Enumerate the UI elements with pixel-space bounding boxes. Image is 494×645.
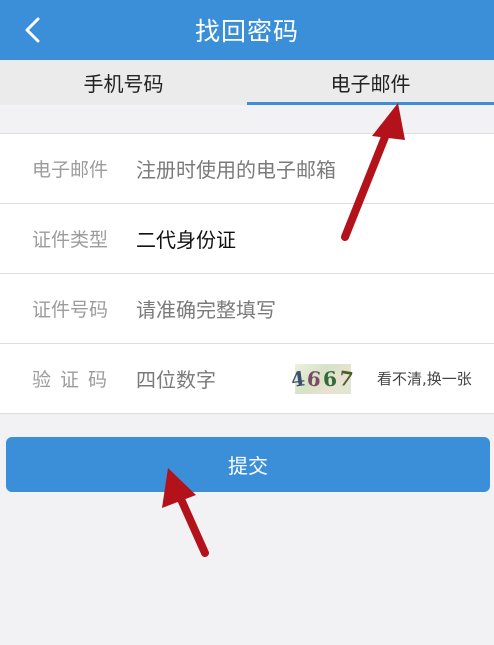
id-type-select[interactable]: 二代身份证 <box>136 224 236 253</box>
page-title: 找回密码 <box>194 17 299 46</box>
tab-email[interactable]: 电子邮件 <box>247 60 494 105</box>
email-row: 电子邮件 注册时使用的电子邮箱 <box>0 134 494 204</box>
captcha-digit: 7 <box>337 365 357 393</box>
email-input[interactable]: 注册时使用的电子邮箱 <box>136 154 336 183</box>
captcha-refresh-link[interactable]: 看不清,换一张 <box>377 368 472 389</box>
id-type-label: 证件类型 <box>32 229 109 251</box>
submit-button[interactable]: 提交 <box>6 437 490 492</box>
header-bar: 找回密码 <box>0 0 494 60</box>
tab-bar: 手机号码 电子邮件 <box>0 60 494 105</box>
captcha-label: 验证码 <box>32 369 117 391</box>
id-number-input[interactable]: 请准确完整填写 <box>136 294 276 323</box>
recovery-form: 电子邮件 注册时使用的电子邮箱 证件类型 二代身份证 证件号码 请准确完整填写 … <box>0 133 494 414</box>
chevron-left-icon[interactable] <box>20 16 46 44</box>
captcha-image[interactable]: 4667 <box>290 364 357 394</box>
captcha-input[interactable]: 四位数字 <box>136 364 216 393</box>
tab-phone[interactable]: 手机号码 <box>0 60 247 105</box>
email-label: 电子邮件 <box>32 159 109 181</box>
id-type-row: 证件类型 二代身份证 <box>0 204 494 274</box>
id-number-row: 证件号码 请准确完整填写 <box>0 274 494 344</box>
captcha-row: 验证码 四位数字 4667 看不清,换一张 <box>0 344 494 414</box>
id-number-label: 证件号码 <box>32 299 109 321</box>
